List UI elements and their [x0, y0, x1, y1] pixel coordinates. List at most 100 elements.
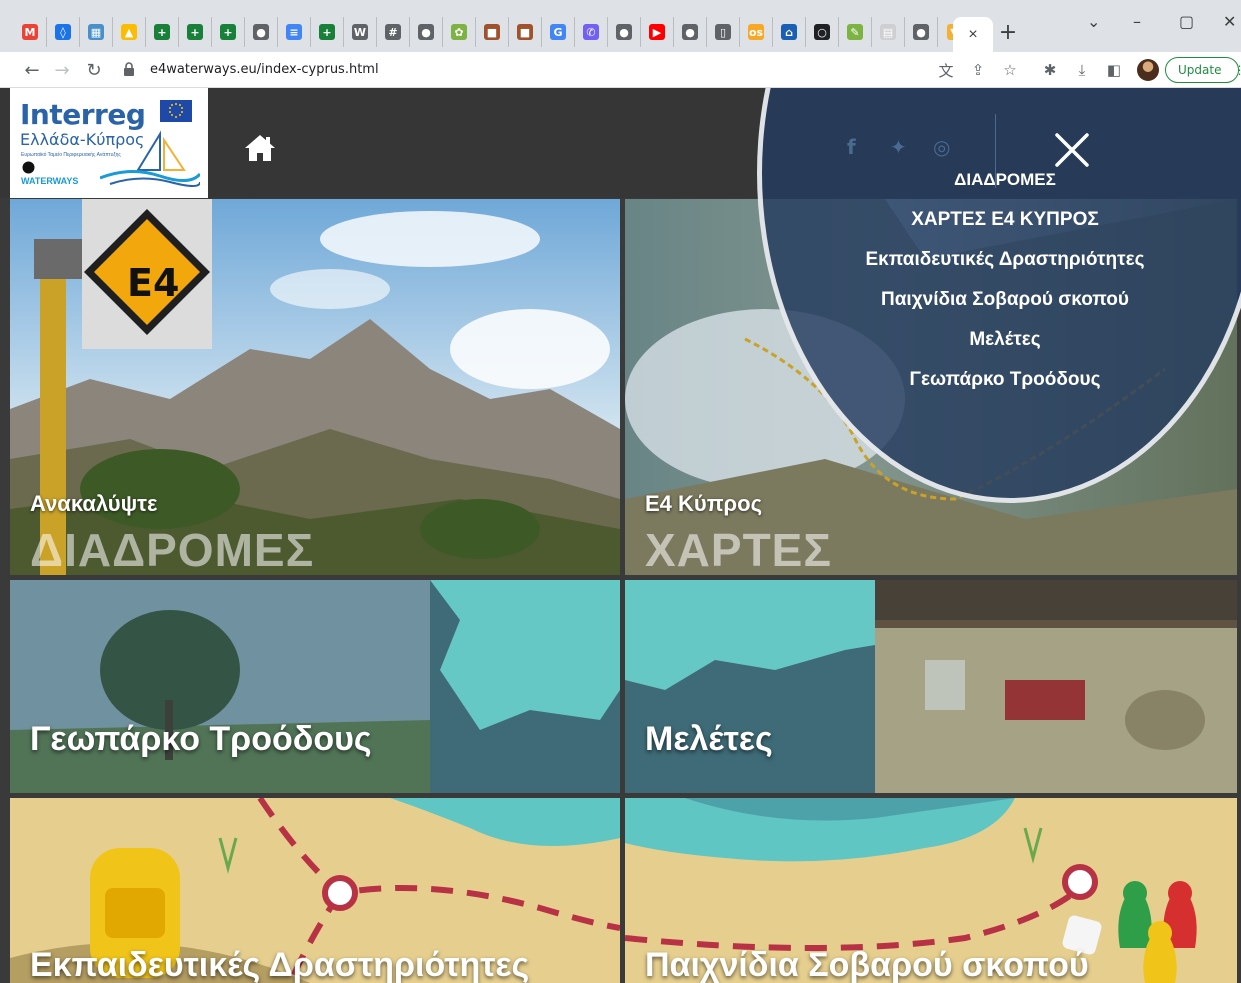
- seal-icon: ✿: [451, 24, 467, 40]
- pinned-tab[interactable]: M: [14, 17, 47, 47]
- back-icon[interactable]: ←: [20, 58, 44, 82]
- pinned-tab[interactable]: ▦: [80, 17, 113, 47]
- maximize-icon[interactable]: ▢: [1179, 12, 1194, 31]
- pinned-tab[interactable]: ▲: [113, 17, 146, 47]
- share-icon[interactable]: ⇪: [968, 60, 988, 80]
- pinned-tab[interactable]: W: [344, 17, 377, 47]
- studies-photo: [625, 580, 1237, 793]
- download-icon[interactable]: ⤓: [1072, 60, 1092, 80]
- tile-studies[interactable]: Μελέτες: [625, 580, 1237, 793]
- menu-item-education[interactable]: Εκπαιδευτικές Δραστηριότητες: [830, 249, 1180, 271]
- sheets-icon: +: [319, 24, 335, 40]
- tile-games[interactable]: Παιχνίδια Σοβαρού σκοπού: [625, 798, 1237, 983]
- sheets-icon: +: [220, 24, 236, 40]
- pinned-tab[interactable]: ■: [509, 17, 542, 47]
- pinned-tab[interactable]: +: [212, 17, 245, 47]
- menu-item-games[interactable]: Παιχνίδια Σοβαρού σκοπού: [830, 289, 1180, 311]
- games-label: Παιχνίδια Σοβαρού σκοπού: [645, 946, 1089, 983]
- logo-project: WATERWAYS: [21, 176, 79, 186]
- more-icon: ⋮: [1233, 63, 1241, 77]
- tile-education[interactable]: Εκπαιδευτικές Δραστηριότητες: [10, 798, 620, 983]
- minimize-icon[interactable]: –: [1133, 12, 1141, 31]
- pinned-tab[interactable]: G: [542, 17, 575, 47]
- pinned-tab[interactable]: ▯: [707, 17, 740, 47]
- menu-item-maps[interactable]: ΧΑΡΤΕΣ Ε4 ΚΥΠΡΟΣ: [830, 209, 1180, 231]
- grid-icon: #: [385, 24, 401, 40]
- tile-routes[interactable]: E4 Ανακαλύψτε ΔΙΑΔΡΟΜΕΣ: [10, 199, 620, 575]
- close-tab-icon[interactable]: ×: [968, 26, 977, 44]
- pinned-tab[interactable]: ▤: [872, 17, 905, 47]
- browser-tabstrip: M◊▦▲+++●≡+W#●✿■■G✆●▶●▯os⌂○✎▤●▼ × + ⌄ – ▢…: [0, 0, 1241, 52]
- forward-icon[interactable]: →: [50, 58, 74, 82]
- reload-icon[interactable]: ↻: [82, 58, 106, 82]
- interreg-logo[interactable]: Interreg Ελλάδα-Κύπρος Ευρωπαϊκό Ταμείο …: [10, 88, 208, 198]
- url-text: e4waterways.eu/index-cyprus.html: [150, 62, 379, 77]
- routes-photo: [10, 199, 620, 575]
- lock-icon: [124, 62, 134, 76]
- pinned-tab[interactable]: +: [311, 17, 344, 47]
- bookmark-star-icon[interactable]: ☆: [1000, 60, 1020, 80]
- pinned-tab[interactable]: ◊: [47, 17, 80, 47]
- instagram-icon[interactable]: ◎: [933, 135, 950, 159]
- pinned-tab[interactable]: ≡: [278, 17, 311, 47]
- active-tab[interactable]: ×: [953, 17, 993, 52]
- twitter-icon[interactable]: ✦: [890, 135, 907, 159]
- pinned-tab[interactable]: ●: [674, 17, 707, 47]
- sheets-icon: +: [187, 24, 203, 40]
- education-label: Εκπαιδευτικές Δραστηριότητες: [30, 946, 530, 983]
- side-panel-icon[interactable]: ◧: [1104, 60, 1124, 80]
- home-icon[interactable]: [244, 134, 276, 162]
- pinned-tab[interactable]: ●: [608, 17, 641, 47]
- globe-icon: ●: [418, 24, 434, 40]
- update-button[interactable]: Update ⋮: [1165, 57, 1241, 83]
- routes-title: ΔΙΑΔΡΟΜΕΣ: [30, 524, 315, 575]
- pinned-tab[interactable]: +: [179, 17, 212, 47]
- close-menu-icon[interactable]: [1054, 132, 1090, 168]
- pinned-tab[interactable]: +: [146, 17, 179, 47]
- pinned-tab[interactable]: ■: [476, 17, 509, 47]
- bag-icon: ■: [484, 24, 500, 40]
- profile-avatar[interactable]: [1137, 59, 1159, 81]
- pinned-tab[interactable]: ●: [905, 17, 938, 47]
- extensions-icon[interactable]: ✱: [1040, 60, 1060, 80]
- address-bar[interactable]: e4waterways.eu/index-cyprus.html: [112, 56, 1112, 84]
- docs-icon: ≡: [286, 24, 302, 40]
- pinned-tab[interactable]: ▶: [641, 17, 674, 47]
- new-tab-button[interactable]: +: [996, 20, 1020, 45]
- museum-icon: ⌂: [781, 24, 797, 40]
- globe-icon: ●: [253, 24, 269, 40]
- facebook-icon[interactable]: f: [847, 135, 856, 159]
- pinned-tab[interactable]: ○: [806, 17, 839, 47]
- menu-item-routes[interactable]: ΔΙΑΔΡΟΜΕΣ: [830, 170, 1180, 190]
- translate-icon[interactable]: 文: [936, 60, 956, 80]
- page: Interreg Ελλάδα-Κύπρος Ευρωπαϊκό Ταμείο …: [0, 88, 1241, 983]
- routes-subtitle: Ανακαλύψτε: [30, 491, 158, 516]
- pinned-tab[interactable]: os: [740, 17, 773, 47]
- pinned-tab[interactable]: ✎: [839, 17, 872, 47]
- pinned-tab[interactable]: #: [377, 17, 410, 47]
- globe-icon: ●: [616, 24, 632, 40]
- circle-icon: ○: [814, 24, 830, 40]
- pinned-tab[interactable]: ✆: [575, 17, 608, 47]
- browser-toolbar: ← → ↻ e4waterways.eu/index-cyprus.html 文…: [0, 52, 1241, 88]
- pinned-tab[interactable]: ⌂: [773, 17, 806, 47]
- youtube-icon: ▶: [649, 24, 665, 40]
- viber-icon: ✆: [583, 24, 599, 40]
- menu-item-geopark[interactable]: Γεωπάρκο Τροόδους: [830, 369, 1180, 391]
- bag-icon: ■: [517, 24, 533, 40]
- close-window-icon[interactable]: ✕: [1223, 12, 1236, 31]
- pin-icon: ✎: [847, 24, 863, 40]
- tile-geopark[interactable]: Γεωπάρκο Τροόδους: [10, 580, 620, 793]
- wikipedia-icon: W: [352, 24, 368, 40]
- logo-title: Interreg: [20, 98, 146, 131]
- update-label: Update: [1178, 63, 1222, 77]
- pinned-tab[interactable]: ●: [245, 17, 278, 47]
- pinned-tab[interactable]: ✿: [443, 17, 476, 47]
- maps-title: ΧΑΡΤΕΣ: [645, 524, 832, 575]
- pinned-tab[interactable]: ●: [410, 17, 443, 47]
- menu-item-studies[interactable]: Μελέτες: [830, 329, 1180, 351]
- tab-search-icon[interactable]: ⌄: [1087, 12, 1100, 31]
- e4-sign-text: E4: [127, 261, 180, 305]
- calculator-icon: ▦: [88, 24, 104, 40]
- studies-label: Μελέτες: [645, 720, 773, 758]
